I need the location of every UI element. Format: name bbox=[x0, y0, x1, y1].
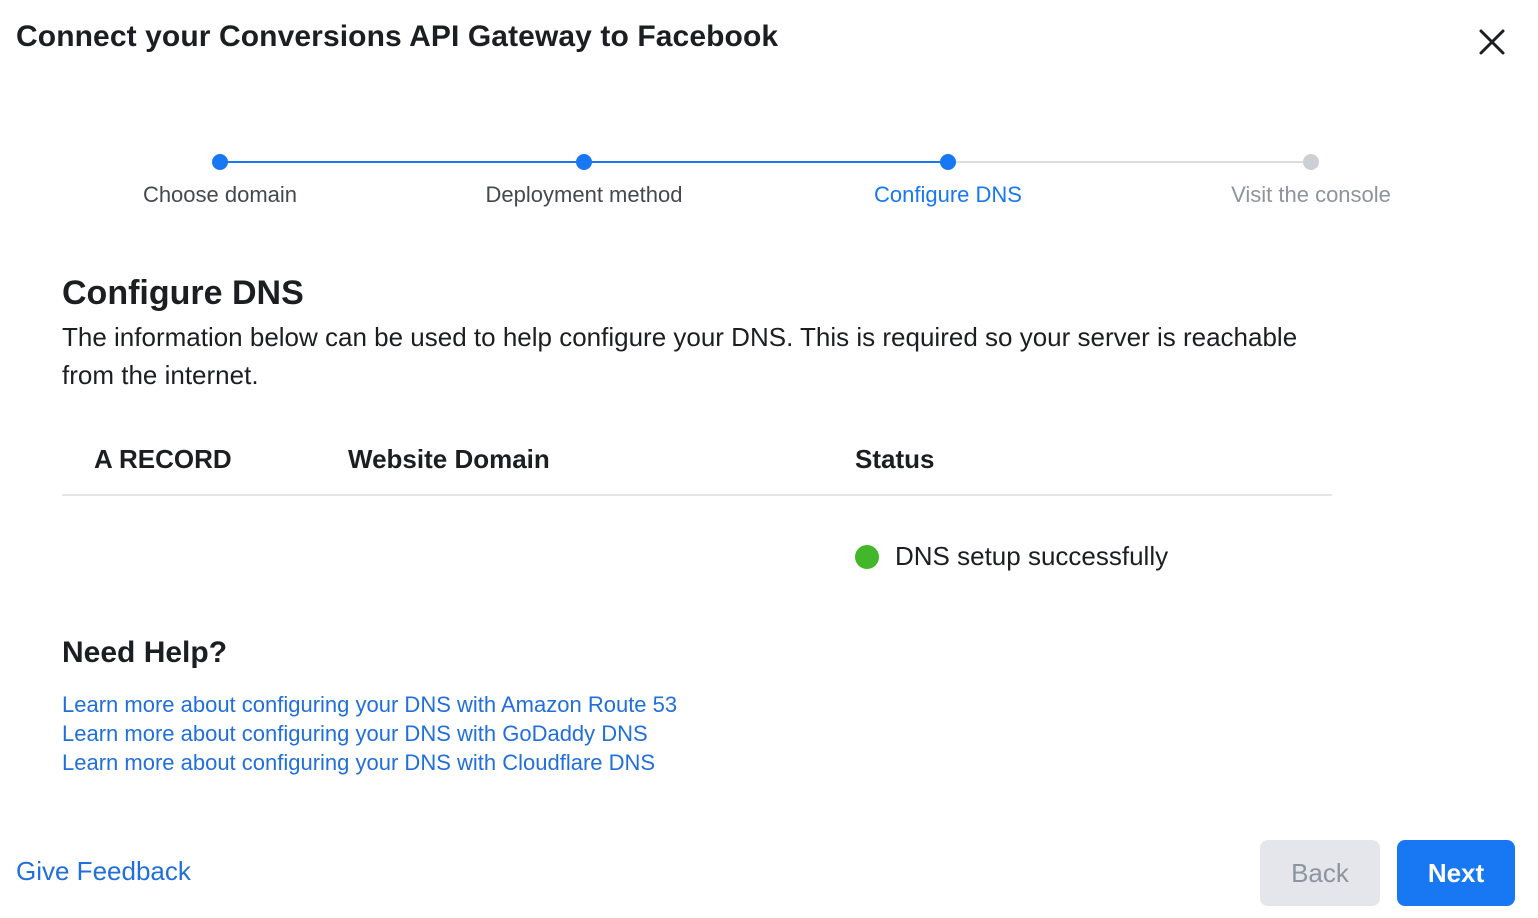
help-link-cloudflare[interactable]: Learn more about configuring your DNS wi… bbox=[62, 748, 677, 777]
step-label-deployment-method: Deployment method bbox=[485, 182, 683, 207]
column-header-website-domain: Website Domain bbox=[348, 444, 550, 474]
status-text: DNS setup successfully bbox=[895, 541, 1169, 571]
help-title: Need Help? bbox=[62, 636, 228, 669]
dialog-title: Connect your Conversions API Gateway to … bbox=[16, 20, 779, 53]
column-header-a-record: A RECORD bbox=[94, 444, 232, 474]
close-icon bbox=[1479, 29, 1505, 55]
stepper-line-2 bbox=[584, 161, 948, 163]
step-label-visit-console: Visit the console bbox=[1231, 182, 1391, 207]
table-divider bbox=[62, 494, 1332, 496]
stepper-line-3 bbox=[948, 161, 1311, 163]
step-dot-configure-dns bbox=[940, 154, 956, 170]
close-button[interactable] bbox=[1470, 20, 1514, 64]
stepper-line-1 bbox=[220, 161, 584, 163]
status-cell: DNS setup successfully bbox=[855, 541, 1168, 572]
progress-stepper: Choose domain Deployment method Configur… bbox=[0, 140, 1538, 220]
connect-gateway-dialog: Connect your Conversions API Gateway to … bbox=[0, 0, 1538, 918]
section-description: The information below can be used to hel… bbox=[62, 322, 1298, 390]
column-header-status: Status bbox=[855, 444, 935, 474]
step-label-choose-domain: Choose domain bbox=[142, 182, 298, 207]
back-button[interactable]: Back bbox=[1260, 840, 1380, 906]
section-title: Configure DNS bbox=[62, 274, 304, 312]
help-links: Learn more about configuring your DNS wi… bbox=[62, 690, 677, 777]
step-label-configure-dns: Configure DNS bbox=[874, 182, 1022, 207]
give-feedback-link[interactable]: Give Feedback bbox=[16, 856, 191, 887]
help-link-route53[interactable]: Learn more about configuring your DNS wi… bbox=[62, 690, 677, 719]
step-dot-visit-console bbox=[1303, 154, 1319, 170]
next-button[interactable]: Next bbox=[1397, 840, 1515, 906]
step-dot-choose-domain bbox=[212, 154, 228, 170]
success-status-icon bbox=[855, 544, 879, 569]
step-dot-deployment-method bbox=[576, 154, 592, 170]
help-link-godaddy[interactable]: Learn more about configuring your DNS wi… bbox=[62, 719, 677, 748]
